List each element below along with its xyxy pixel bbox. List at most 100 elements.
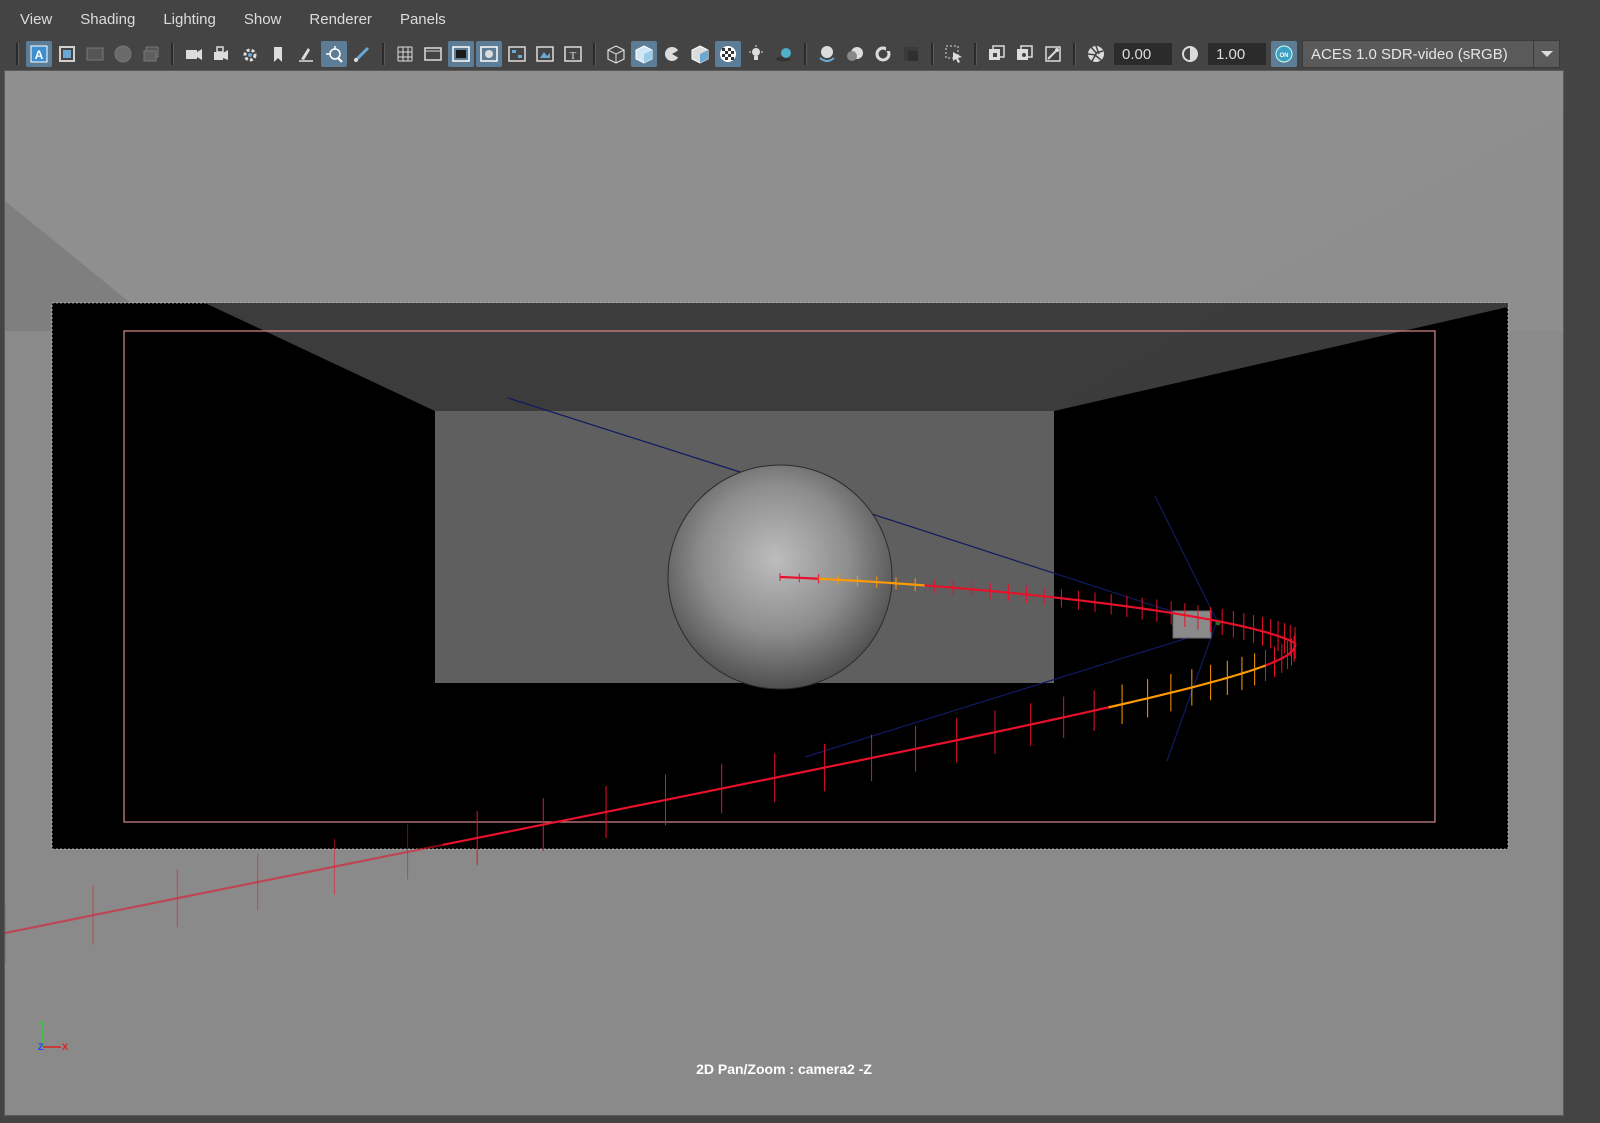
trail-upper-segment (1141, 607, 1150, 611)
trail-lower-segment (177, 888, 219, 900)
trail-upper-segment (1222, 620, 1229, 625)
smooth-shade-icon[interactable] (631, 41, 657, 67)
trail-upper-segment (971, 588, 982, 592)
toolbar-separator (931, 43, 934, 65)
screen-space-ao-icon[interactable] (814, 41, 840, 67)
trail-upper-segment (1086, 600, 1096, 604)
exposure-icon[interactable] (1083, 41, 1109, 67)
trail-lower-segment (1277, 657, 1283, 662)
safe-action-icon[interactable] (532, 41, 558, 67)
menu-show[interactable]: Show (242, 7, 284, 32)
scene-view[interactable]: Y Z X (5, 71, 1563, 1115)
trail-upper-segment (1284, 637, 1288, 641)
menu-lighting[interactable]: Lighting (161, 7, 218, 32)
hud-camera-label: 2D Pan/Zoom : camera2 -Z (696, 1061, 872, 1077)
field-chart-icon[interactable] (504, 41, 530, 67)
trail-upper-segment (1204, 617, 1211, 621)
camera-icon[interactable] (181, 41, 207, 67)
xray-icon[interactable] (984, 41, 1010, 67)
image-plane-icon[interactable] (82, 41, 108, 67)
trail-upper-segment (1026, 593, 1036, 597)
trail-upper-segment (1170, 611, 1179, 616)
xray-joints-icon[interactable] (1040, 41, 1066, 67)
gate-mask-icon[interactable] (476, 41, 502, 67)
color-management-toggle[interactable]: ON (1271, 41, 1297, 67)
trail-upper-segment (1163, 610, 1172, 614)
lock-camera-icon[interactable] (209, 41, 235, 67)
trail-upper-segment (1177, 612, 1186, 617)
trail-upper-segment (962, 587, 972, 591)
trail-upper-segment (1266, 631, 1272, 635)
gamma-icon[interactable] (1177, 41, 1203, 67)
color-space-dropdown[interactable]: ACES 1.0 SDR-video (sRGB) (1302, 40, 1534, 68)
maya-viewport-panel: View Shading Lighting Show Renderer Pane… (0, 0, 1600, 1123)
lights-icon[interactable] (743, 41, 769, 67)
trail-lower-segment (49, 914, 94, 926)
textured-icon[interactable] (687, 41, 713, 67)
trail-upper-segment (1061, 597, 1071, 601)
trail-lower-segment (371, 850, 408, 861)
exposure-field[interactable]: 0.00 (1114, 43, 1172, 65)
chevron-down-icon[interactable] (1534, 40, 1560, 68)
trail-upper-segment (1118, 604, 1128, 608)
trail-upper-segment (1197, 616, 1205, 620)
menu-shading[interactable]: Shading (78, 7, 137, 32)
wireframe-icon[interactable] (603, 41, 629, 67)
depth-of-field-icon[interactable] (898, 41, 924, 67)
trail-lower-segment (1288, 651, 1293, 655)
trail-upper-segment (990, 589, 1000, 593)
camera-settings-icon[interactable] (237, 41, 263, 67)
trail-upper-segment (828, 578, 839, 581)
safe-title-icon[interactable]: T (560, 41, 586, 67)
brush-icon[interactable] (349, 41, 375, 67)
trail-upper-segment (1184, 614, 1192, 618)
layers-icon[interactable] (138, 41, 164, 67)
menu-renderer[interactable]: Renderer (307, 7, 374, 32)
anti-aliasing-icon[interactable] (870, 41, 896, 67)
shadows-icon[interactable] (771, 41, 797, 67)
trail-upper-segment (1156, 609, 1165, 613)
trail-upper-segment (1008, 591, 1018, 595)
toolbar-separator (593, 43, 596, 65)
trail-upper-segment (1243, 625, 1250, 629)
use-default-material-icon[interactable] (715, 41, 741, 67)
camera-attributes-icon[interactable] (54, 41, 80, 67)
resolution-gate-icon[interactable] (448, 41, 474, 67)
axis-x-label: X (62, 1042, 68, 1052)
pan-zoom-icon[interactable] (321, 41, 347, 67)
trail-upper-segment (1149, 608, 1158, 612)
trail-lower-segment (135, 897, 178, 908)
motion-blur-icon[interactable] (842, 41, 868, 67)
bookmark-icon[interactable] (265, 41, 291, 67)
trail-lower-segment (5, 922, 50, 935)
toolbar-separator (974, 43, 977, 65)
trail-upper-segment (1233, 623, 1239, 627)
viewport-3d[interactable]: Y Z X 2D Pan/Zoom : camera2 -Z (4, 70, 1564, 1116)
film-gate-icon[interactable] (420, 41, 446, 67)
wire-on-shaded-icon[interactable] (659, 41, 685, 67)
trail-upper-segment (999, 590, 1009, 594)
trail-upper-segment (905, 582, 916, 586)
xray-active-icon[interactable] (1012, 41, 1038, 67)
trail-upper-segment (876, 580, 887, 584)
trail-upper-segment (924, 584, 935, 588)
select-camera-icon[interactable]: A (26, 41, 52, 67)
axis-z-label: Z (38, 1042, 44, 1052)
grease-pencil-icon[interactable] (293, 41, 319, 67)
menu-view[interactable]: View (18, 7, 54, 32)
trail-upper-segment (1227, 622, 1234, 626)
trail-upper-segment (915, 583, 925, 587)
gamma-field[interactable]: 1.00 (1208, 43, 1266, 65)
color-management-toggle-label: ON (1280, 53, 1289, 59)
grid-icon[interactable] (392, 41, 418, 67)
trail-upper-segment (867, 580, 877, 584)
svg-text:A: A (35, 48, 44, 62)
trail-lower-segment (1292, 648, 1295, 651)
color-swatch-icon[interactable] (110, 41, 136, 67)
isolate-select-icon[interactable] (941, 41, 967, 67)
menu-panels[interactable]: Panels (398, 7, 448, 32)
toolbar-separator (16, 43, 19, 65)
trail-lower-segment (92, 905, 136, 917)
trail-upper-segment (1262, 630, 1268, 634)
trail-lower-segment (1284, 654, 1289, 658)
